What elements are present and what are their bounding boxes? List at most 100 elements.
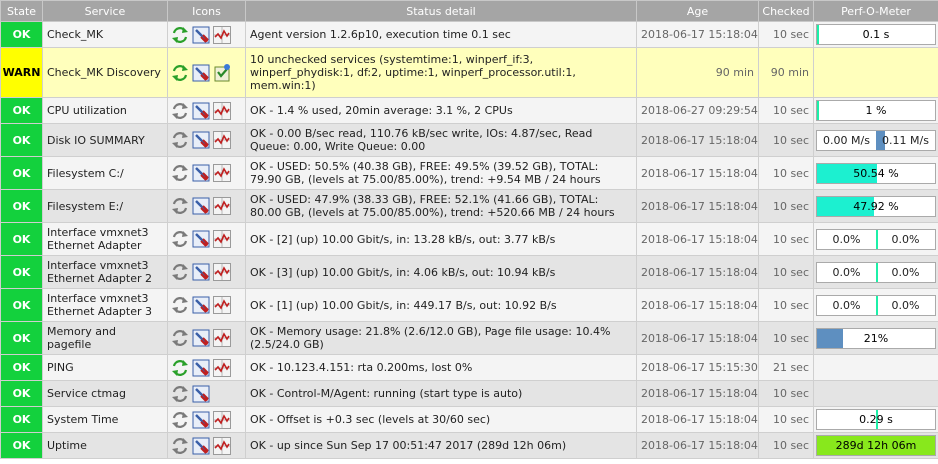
reschedule-icon[interactable] xyxy=(170,25,190,45)
reschedule-icon[interactable] xyxy=(170,358,190,378)
action-menu-icon[interactable] xyxy=(191,358,211,378)
reschedule-icon[interactable] xyxy=(170,101,190,121)
service-name-memory-and-pagefile[interactable]: Memory and pagefile xyxy=(42,321,168,355)
action-menu-icon[interactable] xyxy=(191,63,211,83)
state-badge: OK xyxy=(0,406,43,433)
service-name-interface-vmxnet3-ethernet-adapter-2[interactable]: Interface vmxnet3 Ethernet Adapter 2 xyxy=(42,255,168,289)
perf-o-meter[interactable]: 0.1 s xyxy=(816,24,936,45)
reschedule-icon[interactable] xyxy=(170,63,190,83)
action-menu-icon[interactable] xyxy=(191,196,211,216)
table-row[interactable]: OK CPU utilization OK - 1.4 % used, 20min … xyxy=(0,97,938,124)
graph-icon[interactable] xyxy=(212,410,232,430)
service-name-service-ctmag[interactable]: Service ctmag xyxy=(42,380,168,407)
checked-value: 10 sec xyxy=(758,156,814,190)
state-badge: OK xyxy=(0,321,43,355)
perf-o-meter-cell: 0.0% 0.0% xyxy=(813,255,938,289)
reschedule-icon[interactable] xyxy=(170,262,190,282)
service-name-disk-io-summary[interactable]: Disk IO SUMMARY xyxy=(42,123,168,157)
checked-value: 10 sec xyxy=(758,123,814,157)
service-name-uptime[interactable]: Uptime xyxy=(42,432,168,459)
reschedule-icon[interactable] xyxy=(170,384,190,404)
graph-icon[interactable] xyxy=(212,101,232,121)
reschedule-icon[interactable] xyxy=(170,130,190,150)
graph-icon[interactable] xyxy=(212,130,232,150)
perf-o-meter[interactable]: 21% xyxy=(816,327,936,349)
table-row[interactable]: OK Interface vmxnet3 Ethernet Adapter OK -… xyxy=(0,222,938,256)
col-age-header[interactable]: Age xyxy=(636,0,759,22)
action-menu-icon[interactable] xyxy=(191,229,211,249)
service-name-system-time[interactable]: System Time xyxy=(42,406,168,433)
col-state-header[interactable]: State xyxy=(0,0,43,22)
reschedule-icon[interactable] xyxy=(170,436,190,456)
reschedule-icon[interactable] xyxy=(170,196,190,216)
state-badge: OK xyxy=(0,189,43,223)
perf-o-meter[interactable]: 289d 12h 06m xyxy=(816,435,936,456)
graph-icon[interactable] xyxy=(212,295,232,315)
service-name-interface-vmxnet3-ethernet-adapter[interactable]: Interface vmxnet3 Ethernet Adapter xyxy=(42,222,168,256)
service-name-check-mk-discovery[interactable]: Check_MK Discovery xyxy=(42,47,168,98)
perf-o-meter[interactable]: 0.0% 0.0% xyxy=(816,228,936,250)
service-icons xyxy=(167,123,246,157)
graph-icon[interactable] xyxy=(212,328,232,348)
action-menu-icon[interactable] xyxy=(191,295,211,315)
table-row[interactable]: OK Check_MK Agent version 1.2.6p10, execut… xyxy=(0,21,938,48)
perf-label-left: 0.0% xyxy=(832,232,861,246)
reschedule-icon[interactable] xyxy=(170,163,190,183)
service-name-check-mk[interactable]: Check_MK xyxy=(42,21,168,48)
action-menu-icon[interactable] xyxy=(191,262,211,282)
action-menu-icon[interactable] xyxy=(191,101,211,121)
action-menu-icon[interactable] xyxy=(191,25,211,45)
col-icons-header[interactable]: Icons xyxy=(167,0,246,22)
status-detail: OK - [2] (up) 10.00 Gbit/s, in: 13.28 kB… xyxy=(245,222,637,256)
perf-o-meter[interactable]: 1 % xyxy=(816,100,936,121)
col-service-header[interactable]: Service xyxy=(42,0,168,22)
checked-value: 10 sec xyxy=(758,189,814,223)
graph-icon[interactable] xyxy=(212,229,232,249)
checked-value: 10 sec xyxy=(758,222,814,256)
perf-o-meter[interactable]: 50.54 % xyxy=(816,162,936,184)
col-status-detail-header[interactable]: Status detail xyxy=(245,0,637,22)
service-name-filesystem-e[interactable]: Filesystem E:/ xyxy=(42,189,168,223)
perf-o-meter[interactable]: 0.0% 0.0% xyxy=(816,261,936,283)
table-row[interactable]: OK Filesystem E:/ OK - USED: 47.9% (38.33 … xyxy=(0,189,938,223)
perf-o-meter[interactable]: 0.00 M/s 0.11 M/s xyxy=(816,129,936,151)
action-menu-icon[interactable] xyxy=(191,163,211,183)
table-row[interactable]: WARN Check_MK Discovery 10 unchecked servi… xyxy=(0,47,938,98)
reschedule-icon[interactable] xyxy=(170,328,190,348)
reschedule-icon[interactable] xyxy=(170,229,190,249)
graph-icon[interactable] xyxy=(212,163,232,183)
action-menu-icon[interactable] xyxy=(191,328,211,348)
table-row[interactable]: OK Uptime OK - up since Sun Sep 17 00:51:4… xyxy=(0,432,938,459)
graph-icon[interactable] xyxy=(212,262,232,282)
perf-label-right: 0.0% xyxy=(891,232,920,246)
table-row[interactable]: OK Disk IO SUMMARY OK - 0.00 B/sec read, 1… xyxy=(0,123,938,157)
service-discovery-icon[interactable] xyxy=(212,63,232,83)
col-perf-o-meter-header[interactable]: Perf-O-Meter xyxy=(813,0,938,22)
action-menu-icon[interactable] xyxy=(191,384,211,404)
graph-icon[interactable] xyxy=(212,25,232,45)
service-icons xyxy=(167,21,246,48)
table-row[interactable]: OK Memory and pagefile OK - Memory usage: … xyxy=(0,321,938,355)
table-row[interactable]: OK System Time OK - Offset is +0.3 sec (le… xyxy=(0,406,938,433)
reschedule-icon[interactable] xyxy=(170,410,190,430)
table-row[interactable]: OK Interface vmxnet3 Ethernet Adapter 2 OK… xyxy=(0,255,938,289)
table-row[interactable]: OK PING OK - 10.123.4.151: rta 0.200ms, lo… xyxy=(0,354,938,381)
graph-icon[interactable] xyxy=(212,436,232,456)
reschedule-icon[interactable] xyxy=(170,295,190,315)
service-name-cpu-utilization[interactable]: CPU utilization xyxy=(42,97,168,124)
service-name-ping[interactable]: PING xyxy=(42,354,168,381)
action-menu-icon[interactable] xyxy=(191,436,211,456)
action-menu-icon[interactable] xyxy=(191,410,211,430)
graph-icon[interactable] xyxy=(212,358,232,378)
table-row[interactable]: OK Filesystem C:/ OK - USED: 50.5% (40.38 … xyxy=(0,156,938,190)
service-name-interface-vmxnet3-ethernet-adapter-3[interactable]: Interface vmxnet3 Ethernet Adapter 3 xyxy=(42,288,168,322)
perf-o-meter[interactable]: 0.29 s xyxy=(816,409,936,430)
graph-icon[interactable] xyxy=(212,196,232,216)
table-row[interactable]: OK Service ctmag OK - Control-M/Agent: run… xyxy=(0,380,938,407)
action-menu-icon[interactable] xyxy=(191,130,211,150)
table-row[interactable]: OK Interface vmxnet3 Ethernet Adapter 3 OK… xyxy=(0,288,938,322)
perf-o-meter[interactable]: 47.92 % xyxy=(816,195,936,217)
col-checked-header[interactable]: Checked xyxy=(758,0,814,22)
service-name-filesystem-c[interactable]: Filesystem C:/ xyxy=(42,156,168,190)
perf-o-meter[interactable]: 0.0% 0.0% xyxy=(816,294,936,316)
